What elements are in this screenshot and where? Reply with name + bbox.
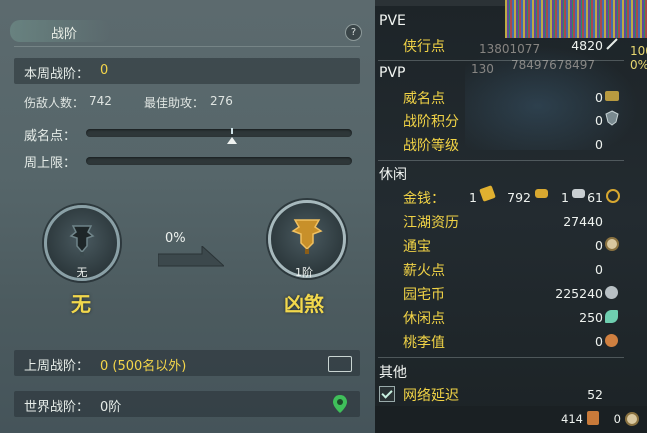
- prestige-label: 威名点：: [24, 129, 77, 144]
- next-rank-name: 凶煞: [284, 292, 324, 316]
- stat-label-jianghu: 江湖资历: [403, 215, 459, 231]
- g-coin-icon: [605, 286, 618, 299]
- stat-label-taoli: 桃李值: [403, 335, 445, 351]
- stat-label-xiaxing: 侠行点: [403, 39, 445, 55]
- stat-value-jianghu: 27440: [563, 214, 603, 229]
- section-title-leisure: 休闲: [379, 167, 407, 183]
- kills-value: 742: [89, 94, 112, 108]
- top-strip: [375, 0, 505, 6]
- section-divider: [378, 160, 624, 161]
- overlay-number-1: 13801077: [479, 42, 541, 56]
- stat-label-rank-level: 战阶等级: [403, 138, 459, 154]
- progress-arrow-icon: [158, 246, 224, 267]
- stat-label-latency: 网络延迟: [403, 388, 459, 404]
- world-rank-label: 世界战阶：: [24, 400, 90, 415]
- stat-label-prestige: 威名点: [403, 91, 445, 107]
- gold-value-2: 792: [507, 190, 531, 205]
- stat-value-taoli: 0: [595, 334, 603, 349]
- prestige-marker-line: [231, 128, 233, 134]
- stat-value-rank-points: 0: [595, 113, 603, 128]
- bottom-status-bar: 414 0: [375, 406, 647, 433]
- currency-stats-panel: 13801077 78497678497 130 100 0% PVE 侠行点 …: [375, 0, 647, 433]
- fierce-rank-icon: [291, 219, 323, 255]
- help-button[interactable]: ?: [345, 24, 362, 41]
- rank-progress-percent: 0%: [165, 231, 186, 246]
- header-divider: [14, 46, 360, 47]
- weekly-rank-value: 0: [100, 63, 109, 78]
- stat-label-tongbao: 通宝: [403, 239, 431, 255]
- best-assist-label: 最佳助攻：: [144, 96, 205, 110]
- footer-value-1: 414: [561, 412, 583, 426]
- overlay-number-4: 100: [630, 44, 647, 58]
- battle-rank-panel: 战阶 ? 本周战阶： 0 伤敌人数： 742 最佳助攻： 276 威名点： 周上…: [0, 0, 375, 433]
- stat-value-xiaxing: 4820: [571, 38, 603, 53]
- gold-boat-icon: [535, 189, 548, 198]
- prestige-icon: [605, 91, 619, 101]
- prestige-marker: [227, 137, 237, 144]
- stat-value-leisure-points: 250: [579, 310, 603, 325]
- silver-boat-icon: [572, 189, 585, 198]
- latency-checkbox[interactable]: [379, 386, 395, 402]
- stat-label-garden-coin: 园宅币: [403, 287, 445, 303]
- stat-label-rank-points: 战阶积分: [403, 114, 459, 130]
- hud-stripes-decoration: [505, 0, 647, 38]
- weekly-rank-row: 本周战阶： 0: [14, 58, 360, 84]
- last-week-label: 上周战阶：: [24, 359, 90, 374]
- last-week-rank-row: 上周战阶： 0 (500名以外): [14, 350, 360, 376]
- stat-label-xinhuo: 薪火点: [403, 263, 445, 279]
- section-title-other: 其他: [379, 365, 407, 381]
- world-rank-row: 世界战阶： 0阶: [14, 391, 360, 417]
- footer-value-2: 0: [613, 412, 621, 426]
- scroll-icon: [587, 411, 599, 425]
- gourd-icon: [605, 334, 618, 347]
- overlay-number-3: 130: [471, 62, 494, 76]
- stat-value-garden-coin: 225240: [555, 286, 603, 301]
- panel-title: 战阶: [51, 27, 78, 42]
- current-medal-label: 无: [76, 266, 88, 279]
- overlay-number-5: 0%: [630, 58, 647, 72]
- next-medal-label: 1阶: [295, 266, 313, 279]
- feather-icon: [606, 38, 618, 50]
- gold-value-1: 1: [469, 190, 477, 205]
- panel-header: 战阶: [0, 15, 375, 45]
- coin-icon: [605, 237, 619, 251]
- gold-label: 金钱：: [403, 191, 445, 207]
- reward-chest-icon[interactable]: [328, 356, 352, 372]
- current-rank-name: 无: [71, 292, 91, 316]
- gold-value-4: 61: [587, 190, 603, 205]
- last-week-value: 0 (500名以外): [100, 359, 187, 374]
- prestige-progress-bar: [86, 129, 352, 137]
- crest-icon: [605, 110, 619, 126]
- world-rank-value: 0阶: [100, 400, 122, 415]
- stat-value-rank-level: 0: [595, 137, 603, 152]
- kills-label: 伤敌人数：: [24, 96, 85, 110]
- section-title-pvp: PVP: [379, 65, 406, 81]
- empty-rank-icon: [69, 225, 95, 257]
- stat-value-tongbao: 0: [595, 238, 603, 253]
- stat-value-latency: 52: [587, 387, 603, 402]
- leaf-icon: [605, 310, 618, 323]
- stat-value-xinhuo: 0: [595, 262, 603, 277]
- footer-coin-icon: [625, 412, 639, 426]
- gold-value-3: 1: [561, 190, 569, 205]
- best-assist-value: 276: [210, 94, 233, 108]
- stat-value-prestige: 0: [595, 90, 603, 105]
- copper-coin-icon: [606, 189, 620, 203]
- weekly-cap-progress-bar: [86, 157, 352, 165]
- location-pin-icon[interactable]: [332, 394, 348, 414]
- section-title-pve: PVE: [379, 13, 406, 29]
- weekly-cap-label: 周上限：: [24, 156, 77, 171]
- section-divider: [378, 357, 624, 358]
- weekly-rank-label: 本周战阶：: [24, 67, 90, 82]
- gold-ingot-icon: [479, 185, 496, 202]
- section-divider: [378, 60, 624, 61]
- stat-label-leisure-points: 休闲点: [403, 311, 445, 327]
